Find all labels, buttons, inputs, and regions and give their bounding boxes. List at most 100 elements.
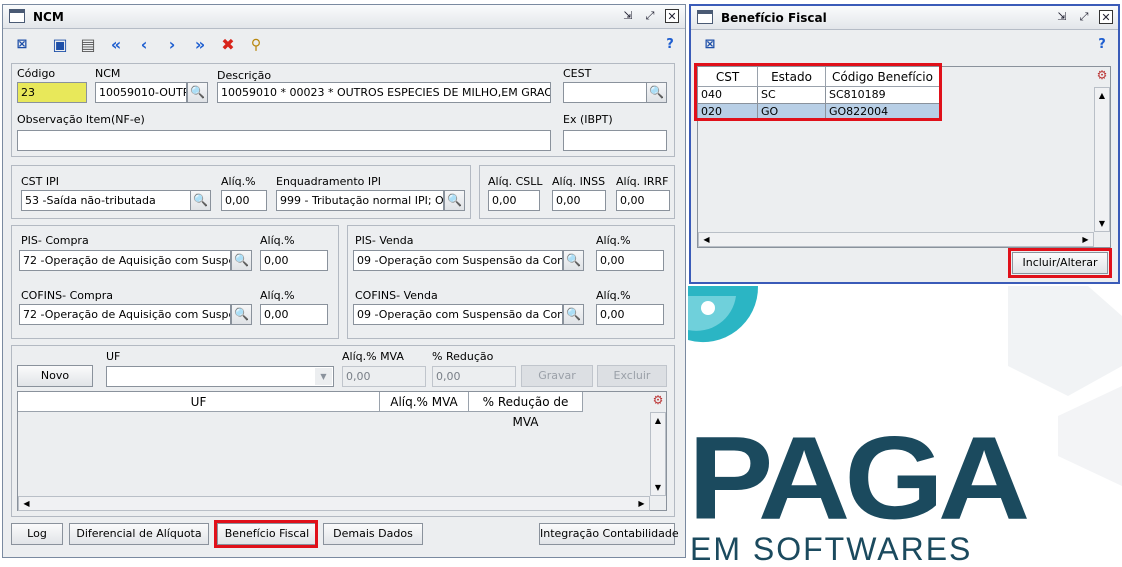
pis-compra-label: PIS- Compra <box>21 234 89 247</box>
maximize-icon[interactable]: ⤢ <box>1077 10 1091 24</box>
first-record-icon[interactable]: « <box>107 36 125 54</box>
pis-compra-search-icon[interactable]: 🔍 <box>231 250 252 271</box>
beneficio-table-vertical-scrollbar[interactable]: ▲ ▼ <box>1094 87 1110 232</box>
log-button[interactable]: Log <box>11 523 63 545</box>
ncm-field[interactable]: 10059010-OUTROS <box>95 82 187 103</box>
demais-dados-button[interactable]: Demais Dados <box>323 523 423 545</box>
scroll-left-icon[interactable]: ◀ <box>19 497 34 510</box>
ncm-search-icon[interactable]: 🔍 <box>187 82 208 103</box>
pis-venda-field[interactable]: 09 -Operação com Suspensão da Contribu <box>353 250 563 271</box>
observacao-label: Observação Item(NF-e) <box>17 113 145 126</box>
codigo-field[interactable]: 23 <box>17 82 87 103</box>
reducao-field[interactable]: 0,00 <box>432 366 516 387</box>
help-icon[interactable]: ? <box>1093 36 1111 54</box>
search-icon[interactable]: ⚲ <box>247 36 265 54</box>
brand-slogan: EM SOFTWARES <box>690 531 973 567</box>
close-icon[interactable]: ✕ <box>665 9 679 23</box>
incluir-alterar-highlight <box>1008 248 1112 278</box>
cofins-venda-aliq-field[interactable]: 0,00 <box>596 304 664 325</box>
uf-dropdown-arrow-icon[interactable]: ▼ <box>315 368 332 385</box>
mva-label: Alíq.% MVA <box>342 350 404 363</box>
cofins-compra-field[interactable]: 72 -Operação de Aquisição com Suspens <box>19 304 231 325</box>
minimize-icon[interactable]: ⇲ <box>1055 10 1069 24</box>
enquadramento-field[interactable]: 999 - Tributação normal IPI; Outros <box>276 190 444 211</box>
exit-icon[interactable]: ⊠ <box>701 36 719 54</box>
cofins-compra-label: COFINS- Compra <box>21 289 113 302</box>
uf-table-horizontal-scrollbar[interactable]: ◀ ▶ <box>18 496 650 511</box>
beneficio-window-title: Benefício Fiscal <box>721 11 827 25</box>
cst-ipi-label: CST IPI <box>21 175 60 188</box>
csll-field[interactable]: 0,00 <box>488 190 540 211</box>
exit-icon[interactable]: ⊠ <box>13 36 31 54</box>
cest-field[interactable] <box>563 82 647 103</box>
ncm-window: NCM ⇲ ⤢ ✕ ⊠ ▣ ▤ « ‹ › » ✖ ⚲ ? Código 23 … <box>2 4 686 558</box>
cest-search-icon[interactable]: 🔍 <box>646 82 667 103</box>
save-icon[interactable]: ▣ <box>51 36 69 54</box>
pis-venda-aliq-label: Alíq.% <box>596 234 631 247</box>
aliq-ipi-label: Alíq.% <box>221 175 256 188</box>
pis-venda-label: PIS- Venda <box>355 234 414 247</box>
pis-venda-search-icon[interactable]: 🔍 <box>563 250 584 271</box>
close-icon[interactable]: ✕ <box>1099 10 1113 24</box>
scroll-left-icon[interactable]: ◀ <box>699 233 714 246</box>
gravar-button[interactable]: Gravar <box>521 365 593 387</box>
csll-label: Alíq. CSLL <box>488 175 543 188</box>
table-settings-icon[interactable]: ⚙ <box>650 393 666 411</box>
minimize-icon[interactable]: ⇲ <box>621 9 635 23</box>
cofins-venda-label: COFINS- Venda <box>355 289 438 302</box>
reducao-column-header[interactable]: % Redução de MVA <box>469 392 583 429</box>
beneficio-fiscal-window: Benefício Fiscal ⇲ ⤢ ✕ ⊠ ? CST Estado Có… <box>689 4 1120 284</box>
cofins-compra-aliq-label: Alíq.% <box>260 289 295 302</box>
cofins-venda-field[interactable]: 09 -Operação com Suspensão da Contribu <box>353 304 563 325</box>
cst-ipi-search-icon[interactable]: 🔍 <box>190 190 211 211</box>
scroll-up-icon[interactable]: ▲ <box>1095 88 1109 103</box>
observacao-field[interactable] <box>17 130 551 151</box>
last-record-icon[interactable]: » <box>191 36 209 54</box>
irrf-label: Alíq. IRRF <box>616 175 669 188</box>
uf-table[interactable]: UF Alíq.% MVA % Redução de MVA ⚙ ▲ ▼ ◀ ▶ <box>17 391 667 511</box>
scroll-down-icon[interactable]: ▼ <box>651 480 665 495</box>
inss-label: Alíq. INSS <box>552 175 606 188</box>
cest-label: CEST <box>563 67 592 80</box>
ncm-titlebar: NCM ⇲ ⤢ ✕ <box>3 5 685 29</box>
beneficio-titlebar: Benefício Fiscal ⇲ ⤢ ✕ <box>691 6 1118 30</box>
descricao-field[interactable]: 10059010 * 00023 * OUTROS ESPECIES DE MI… <box>217 82 551 103</box>
inss-field[interactable]: 0,00 <box>552 190 606 211</box>
table-settings-icon[interactable]: ⚙ <box>1094 68 1110 86</box>
novo-button[interactable]: Novo <box>17 365 93 387</box>
uf-table-vertical-scrollbar[interactable]: ▲ ▼ <box>650 412 666 496</box>
diferencial-aliquota-button[interactable]: Diferencial de Alíquota <box>69 523 209 545</box>
window-icon <box>697 10 713 24</box>
scroll-right-icon[interactable]: ▶ <box>1078 233 1093 246</box>
delete-icon[interactable]: ✖ <box>219 36 237 54</box>
cst-ipi-field[interactable]: 53 -Saída não-tributada <box>21 190 191 211</box>
cofins-venda-search-icon[interactable]: 🔍 <box>563 304 584 325</box>
new-document-icon[interactable]: ▤ <box>79 36 97 54</box>
enquadramento-search-icon[interactable]: 🔍 <box>444 190 465 211</box>
scroll-down-icon[interactable]: ▼ <box>1095 216 1109 231</box>
mva-field[interactable]: 0,00 <box>342 366 426 387</box>
integracao-contabilidade-button[interactable]: Integração Contabilidade <box>539 523 679 545</box>
cofins-compra-search-icon[interactable]: 🔍 <box>231 304 252 325</box>
excluir-button[interactable]: Excluir <box>597 365 667 387</box>
previous-record-icon[interactable]: ‹ <box>135 36 153 54</box>
beneficio-fiscal-highlight <box>214 520 318 548</box>
uf-select[interactable] <box>106 366 334 387</box>
scroll-up-icon[interactable]: ▲ <box>651 413 665 428</box>
pis-venda-aliq-field[interactable]: 0,00 <box>596 250 664 271</box>
beneficio-table-horizontal-scrollbar[interactable]: ◀ ▶ <box>698 232 1094 247</box>
scroll-right-icon[interactable]: ▶ <box>634 497 649 510</box>
cofins-compra-aliq-field[interactable]: 0,00 <box>260 304 328 325</box>
next-record-icon[interactable]: › <box>163 36 181 54</box>
uf-column-header[interactable]: UF <box>18 392 380 412</box>
aliq-ipi-field[interactable]: 0,00 <box>221 190 267 211</box>
mva-column-header[interactable]: Alíq.% MVA <box>380 392 469 412</box>
window-icon <box>9 9 25 23</box>
pis-compra-field[interactable]: 72 -Operação de Aquisição com Suspens <box>19 250 231 271</box>
codigo-label: Código <box>17 67 56 80</box>
help-icon[interactable]: ? <box>661 36 679 54</box>
irrf-field[interactable]: 0,00 <box>616 190 670 211</box>
pis-compra-aliq-field[interactable]: 0,00 <box>260 250 328 271</box>
maximize-icon[interactable]: ⤢ <box>643 9 657 23</box>
ex-ibpt-field[interactable] <box>563 130 667 151</box>
